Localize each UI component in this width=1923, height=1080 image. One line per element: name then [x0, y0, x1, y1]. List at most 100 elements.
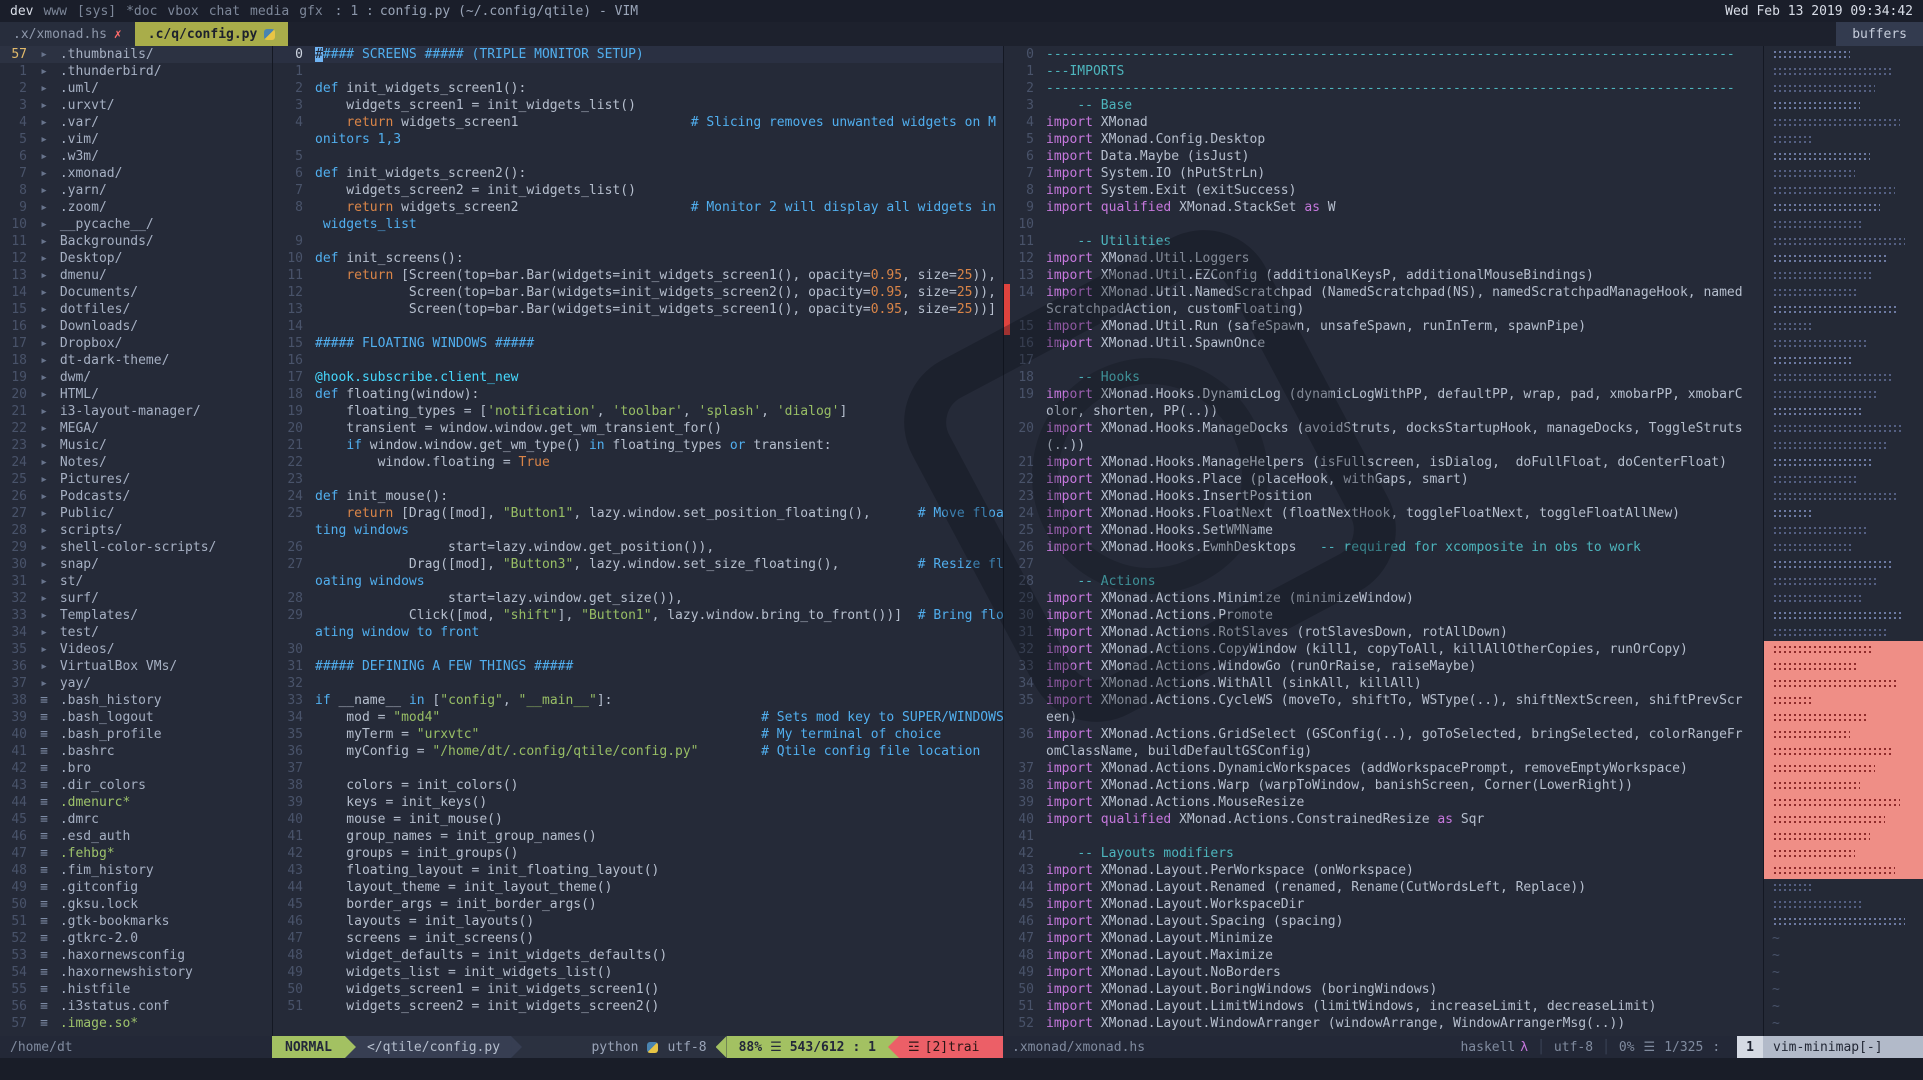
code-line[interactable]: 9	[273, 233, 1003, 250]
tree-item[interactable]: 17▸ Dropbox/	[0, 335, 272, 352]
code-line[interactable]: 52import XMonad.Layout.WindowArranger (w…	[1004, 1015, 1763, 1032]
tree-item[interactable]: 28▸ scripts/	[0, 522, 272, 539]
code-line[interactable]: 1---IMPORTS	[1004, 63, 1763, 80]
code-line[interactable]: 28 -- Actions	[1004, 573, 1763, 590]
code-line[interactable]: 24import XMonad.Hooks.FloatNext (floatNe…	[1004, 505, 1763, 522]
tree-item[interactable]: 35▸ Videos/	[0, 641, 272, 658]
code-line[interactable]: 38import XMonad.Actions.Warp (warpToWind…	[1004, 777, 1763, 794]
code-line[interactable]: 32import XMonad.Actions.CopyWindow (kill…	[1004, 641, 1763, 658]
workspace-tag[interactable]: www	[43, 4, 66, 19]
code-line[interactable]: 37import XMonad.Actions.DynamicWorkspace…	[1004, 760, 1763, 777]
tree-item[interactable]: 20▸ HTML/	[0, 386, 272, 403]
code-line[interactable]: 50import XMonad.Layout.BoringWindows (bo…	[1004, 981, 1763, 998]
tree-item[interactable]: 29▸ shell-color-scripts/	[0, 539, 272, 556]
code-line[interactable]: 11 return [Screen(top=bar.Bar(widgets=in…	[273, 267, 1003, 284]
code-line[interactable]: 18def floating(window):	[273, 386, 1003, 403]
code-line[interactable]: 49import XMonad.Layout.NoBorders	[1004, 964, 1763, 981]
code-line[interactable]: 47import XMonad.Layout.Minimize	[1004, 930, 1763, 947]
code-line[interactable]: 22import XMonad.Hooks.Place (placeHook, …	[1004, 471, 1763, 488]
tree-item[interactable]: 41≡ .bashrc	[0, 743, 272, 760]
code-line[interactable]: 46 layouts = init_layouts()	[273, 913, 1003, 930]
code-line[interactable]: 30import XMonad.Actions.Promote	[1004, 607, 1763, 624]
code-line[interactable]: 48import XMonad.Layout.Maximize	[1004, 947, 1763, 964]
code-line[interactable]: 29 Click([mod, "shift"], "Button1", lazy…	[273, 607, 1003, 624]
code-line[interactable]: 26 start=lazy.window.get_position()),	[273, 539, 1003, 556]
code-line[interactable]: 44 layout_theme = init_layout_theme()	[273, 879, 1003, 896]
tree-item[interactable]: 18▸ dt-dark-theme/	[0, 352, 272, 369]
file-tree-pane[interactable]: 57▸ .thumbnails/1▸ .thunderbird/2▸ .uml/…	[0, 46, 272, 1036]
code-line[interactable]: 31##### DEFINING A FEW THINGS #####	[273, 658, 1003, 675]
workspace-tag[interactable]: gfx	[299, 4, 322, 19]
tree-item[interactable]: 39≡ .bash_logout	[0, 709, 272, 726]
tree-item[interactable]: 38≡ .bash_history	[0, 692, 272, 709]
code-line[interactable]: 7import System.IO (hPutStrLn)	[1004, 165, 1763, 182]
code-line[interactable]: 13 Screen(top=bar.Bar(widgets=init_widge…	[273, 301, 1003, 318]
code-line[interactable]: widgets_list	[273, 216, 1003, 233]
code-line[interactable]: 40 mouse = init_mouse()	[273, 811, 1003, 828]
tree-item[interactable]: 24▸ Notes/	[0, 454, 272, 471]
code-line[interactable]: 0##### SCREENS ##### (TRIPLE MONITOR SET…	[273, 46, 1003, 63]
code-line[interactable]: 40import qualified XMonad.Actions.Constr…	[1004, 811, 1763, 828]
code-line[interactable]: 51 widgets_screen2 = init_widgets_screen…	[273, 998, 1003, 1015]
tree-item[interactable]: 51≡ .gtk-bookmarks	[0, 913, 272, 930]
tree-item[interactable]: 44≡ .dmenurc*	[0, 794, 272, 811]
code-line[interactable]: 9import qualified XMonad.StackSet as W	[1004, 199, 1763, 216]
haskell-editor-pane[interactable]: 0---------------------------------------…	[1003, 46, 1763, 1036]
tree-item[interactable]: 2▸ .uml/	[0, 80, 272, 97]
code-line[interactable]: 17	[1004, 352, 1763, 369]
code-line[interactable]: 36import XMonad.Actions.GridSelect (GSCo…	[1004, 726, 1763, 743]
tree-item[interactable]: 52≡ .gtkrc-2.0	[0, 930, 272, 947]
tree-item[interactable]: 43≡ .dir_colors	[0, 777, 272, 794]
tree-item[interactable]: 22▸ MEGA/	[0, 420, 272, 437]
code-line[interactable]: 37	[273, 760, 1003, 777]
code-line[interactable]: 44import XMonad.Layout.Renamed (renamed,…	[1004, 879, 1763, 896]
code-line[interactable]: 45 border_args = init_border_args()	[273, 896, 1003, 913]
code-line[interactable]: 41 group_names = init_group_names()	[273, 828, 1003, 845]
tree-item[interactable]: 25▸ Pictures/	[0, 471, 272, 488]
code-line[interactable]: ting windows	[273, 522, 1003, 539]
tree-item[interactable]: 3▸ .urxvt/	[0, 97, 272, 114]
code-line[interactable]: 33import XMonad.Actions.WindowGo (runOrR…	[1004, 658, 1763, 675]
tree-item[interactable]: 47≡ .fehbg*	[0, 845, 272, 862]
code-line[interactable]: 20import XMonad.Hooks.ManageDocks (avoid…	[1004, 420, 1763, 437]
tree-item[interactable]: 31▸ st/	[0, 573, 272, 590]
code-line[interactable]: 50 widgets_screen1 = init_widgets_screen…	[273, 981, 1003, 998]
workspace-tag[interactable]: *doc	[126, 4, 157, 19]
code-line[interactable]: 7 widgets_screen2 = init_widgets_list()	[273, 182, 1003, 199]
code-line[interactable]: 16import XMonad.Util.SpawnOnce	[1004, 335, 1763, 352]
tree-item[interactable]: 1▸ .thunderbird/	[0, 63, 272, 80]
code-line[interactable]: 10	[1004, 216, 1763, 233]
code-line[interactable]: 18 -- Hooks	[1004, 369, 1763, 386]
code-line[interactable]: 13import XMonad.Util.EZConfig (additiona…	[1004, 267, 1763, 284]
code-line[interactable]: 43 floating_layout = init_floating_layou…	[273, 862, 1003, 879]
code-line[interactable]: omClassName, buildDefaultGSConfig)	[1004, 743, 1763, 760]
code-line[interactable]: 11 -- Utilities	[1004, 233, 1763, 250]
code-line[interactable]: 42 -- Layouts modifiers	[1004, 845, 1763, 862]
code-line[interactable]: 28 start=lazy.window.get_size()),	[273, 590, 1003, 607]
tree-item[interactable]: 19▸ dwm/	[0, 369, 272, 386]
code-line[interactable]: 24def init_mouse():	[273, 488, 1003, 505]
code-line[interactable]: 23import XMonad.Hooks.InsertPosition	[1004, 488, 1763, 505]
code-line[interactable]: ScratchpadAction, customFloating)	[1004, 301, 1763, 318]
tree-item[interactable]: 54≡ .haxornewshistory	[0, 964, 272, 981]
code-line[interactable]: 25 return [Drag([mod], "Button1", lazy.w…	[273, 505, 1003, 522]
workspace-tag[interactable]: [sys]	[77, 4, 116, 19]
tree-item[interactable]: 27▸ Public/	[0, 505, 272, 522]
code-line[interactable]: een)	[1004, 709, 1763, 726]
code-line[interactable]: 41	[1004, 828, 1763, 845]
workspace-tag[interactable]: chat	[209, 4, 240, 19]
code-line[interactable]: 6def init_widgets_screen2():	[273, 165, 1003, 182]
tree-item[interactable]: 10▸ __pycache__/	[0, 216, 272, 233]
code-line[interactable]: 12 Screen(top=bar.Bar(widgets=init_widge…	[273, 284, 1003, 301]
command-line[interactable]	[0, 1058, 1923, 1080]
python-editor-pane[interactable]: 0##### SCREENS ##### (TRIPLE MONITOR SET…	[272, 46, 1003, 1036]
code-line[interactable]: 2def init_widgets_screen1():	[273, 80, 1003, 97]
code-line[interactable]: 32	[273, 675, 1003, 692]
close-icon[interactable]: ✗	[114, 27, 122, 42]
code-line[interactable]: 34import XMonad.Actions.WithAll (sinkAll…	[1004, 675, 1763, 692]
tree-item[interactable]: 7▸ .xmonad/	[0, 165, 272, 182]
code-line[interactable]: 31import XMonad.Actions.RotSlaves (rotSl…	[1004, 624, 1763, 641]
tree-item[interactable]: 56≡ .i3status.conf	[0, 998, 272, 1015]
code-line[interactable]: 26import XMonad.Hooks.EwmhDesktops -- re…	[1004, 539, 1763, 556]
tree-item[interactable]: 30▸ snap/	[0, 556, 272, 573]
